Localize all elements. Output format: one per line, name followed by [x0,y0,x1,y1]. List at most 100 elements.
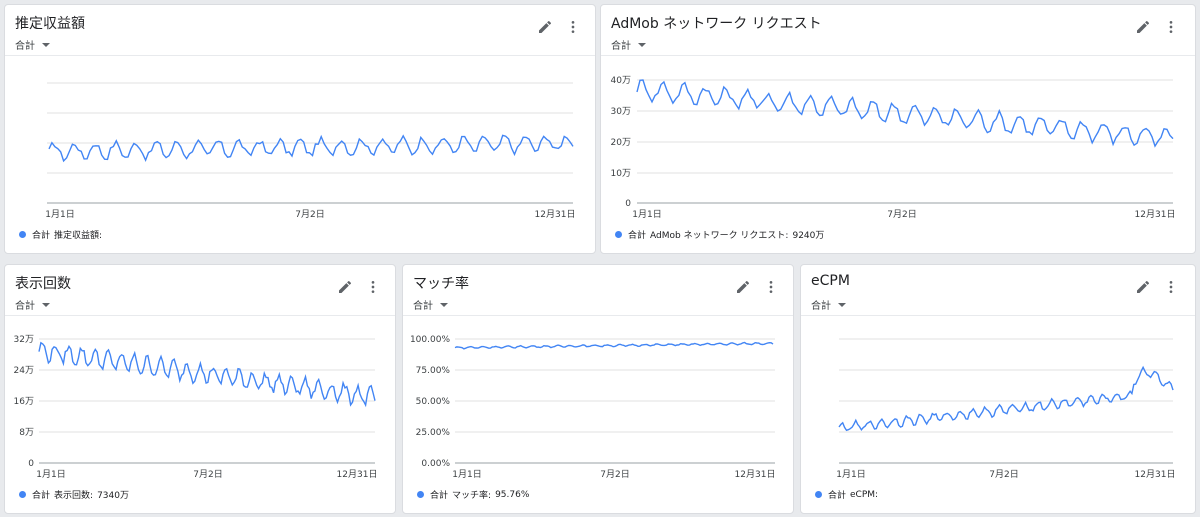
card-title: 推定収益額 [15,16,85,32]
more-vert-icon[interactable] [765,279,777,295]
x-tick-label: 12月31日 [535,209,576,220]
legend-agg: 合計 [32,491,51,501]
legend: 合計 表示回数: 7340万 [19,488,129,501]
x-tick-label: 12月31日 [1135,209,1176,220]
legend-agg: 合計 [32,231,51,241]
y-tick-label: 10万 [611,169,631,179]
y-tick-label: 75.00% [416,366,451,376]
header-divider [601,55,1195,56]
x-tick-label: 12月31日 [337,469,378,480]
y-tick-label: 50.00% [416,397,451,407]
y-tick-label: 0 [28,459,34,469]
y-tick-label: 16万 [14,397,34,407]
header-divider [403,315,793,316]
more-vert-icon[interactable] [1165,279,1177,295]
edit-pencil-icon[interactable] [735,279,751,295]
legend-label: eCPM: [850,489,879,500]
aggregation-label: 合計 [15,301,35,312]
legend-value: 95.76% [495,489,530,500]
aggregation-dropdown[interactable]: 合計 [611,37,646,52]
more-vert-icon[interactable] [567,19,579,35]
legend-label: AdMob ネットワーク リクエスト: [650,231,789,241]
aggregation-label: 合計 [15,41,35,52]
legend: 合計 eCPM: [815,488,882,501]
legend-dot [417,491,424,498]
more-vert-icon[interactable] [1165,19,1177,35]
card-impressions: 表示回数 合計 32万 24万 16万 8万 0 1月1日 7月2日 12月31… [4,264,396,514]
aggregation-label: 合計 [811,301,831,312]
series-line [838,365,1174,432]
y-tick-label: 100.00% [410,335,450,345]
caret-down-icon [42,42,50,47]
legend: 合計 推定収益額: [19,228,106,241]
y-tick-label: 24万 [14,366,34,376]
card-match-rate: マッチ率 合計 100.00% 75.00% 50.00% 25.00% 0.0… [402,264,794,514]
card-title: eCPM [811,273,850,289]
aggregation-dropdown[interactable]: 合計 [15,297,50,312]
line-chart: 1月1日 7月2日 12月31日 [836,338,1176,480]
aggregation-label: 合計 [413,301,433,312]
card-title: 表示回数 [15,276,71,292]
legend-dot [815,491,822,498]
legend: 合計 マッチ率: 95.76% [417,488,529,501]
legend-dot [19,491,26,498]
line-chart: 1月1日 7月2日 12月31日 [45,82,576,220]
x-tick-label: 7月2日 [193,469,222,480]
caret-down-icon [638,42,646,47]
legend: 合計 AdMob ネットワーク リクエスト: 9240万 [615,228,824,241]
line-chart: 32万 24万 16万 8万 0 1月1日 7月2日 12月31日 [14,335,378,480]
y-tick-label: 20万 [611,138,631,148]
y-tick-label: 40万 [611,76,631,86]
card-admob-network-requests: AdMob ネットワーク リクエスト 合計 40万 30万 20万 10万 0 … [600,4,1196,254]
line-chart: 40万 30万 20万 10万 0 1月1日 7月2日 12月31日 [611,76,1176,220]
x-tick-label: 7月2日 [295,209,324,220]
x-tick-label: 7月2日 [600,469,629,480]
y-tick-label: 25.00% [416,428,451,438]
x-tick-label: 1月1日 [632,209,661,220]
legend-label: 表示回数: [54,491,94,501]
x-tick-label: 1月1日 [36,469,65,480]
caret-down-icon [838,302,846,307]
card-title: AdMob ネットワーク リクエスト [611,16,822,32]
y-tick-label: 32万 [14,335,34,345]
x-tick-label: 12月31日 [735,469,776,480]
card-ecpm: eCPM 合計 1月1日 7月2日 12月31日 合計 eCPM: [800,264,1196,514]
y-tick-label: 8万 [19,428,34,438]
edit-pencil-icon[interactable] [1135,279,1151,295]
line-chart: 100.00% 75.00% 50.00% 25.00% 0.00% 1月1日 … [410,335,776,480]
legend-agg: 合計 [628,231,647,241]
legend-value: 9240万 [792,231,825,241]
aggregation-dropdown[interactable]: 合計 [811,297,846,312]
header-divider [5,55,595,56]
caret-down-icon [440,302,448,307]
legend-label: マッチ率: [452,491,492,501]
aggregation-dropdown[interactable]: 合計 [413,297,448,312]
legend-dot [19,231,26,238]
edit-pencil-icon[interactable] [537,19,553,35]
x-tick-label: 1月1日 [452,469,481,480]
aggregation-dropdown[interactable]: 合計 [15,37,50,52]
series-line [454,341,774,350]
legend-value: 7340万 [97,491,129,501]
legend-label: 推定収益額: [54,231,103,241]
edit-pencil-icon[interactable] [337,279,353,295]
x-tick-label: 12月31日 [1135,469,1176,480]
legend-agg: 合計 [430,491,449,501]
header-divider [5,315,395,316]
y-tick-label: 0 [625,199,631,209]
series-line [48,134,574,163]
edit-pencil-icon[interactable] [1135,19,1151,35]
card-estimated-revenue: 推定収益額 合計 1月1日 7月2日 12月31日 合計 推定収益額: [4,4,596,254]
legend-dot [615,231,622,238]
series-line [38,341,376,408]
y-tick-label: 0.00% [421,459,450,469]
card-title: マッチ率 [413,276,469,292]
x-tick-label: 1月1日 [45,209,74,220]
caret-down-icon [42,302,50,307]
legend-agg: 合計 [828,491,847,501]
x-tick-label: 1月1日 [836,469,865,480]
x-tick-label: 7月2日 [887,209,916,220]
more-vert-icon[interactable] [367,279,379,295]
x-tick-label: 7月2日 [989,469,1018,480]
header-divider [801,315,1195,316]
